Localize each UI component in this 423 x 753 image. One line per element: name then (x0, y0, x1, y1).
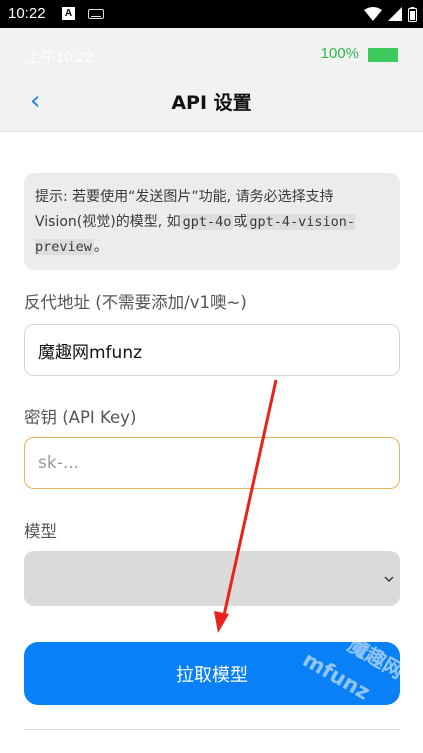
notification-a-icon: A (62, 7, 75, 20)
fetch-models-button[interactable]: 拉取模型 (24, 642, 400, 705)
proxy-url-value: 魔趣网mfunz (38, 342, 143, 363)
wifi-icon (364, 6, 382, 21)
vision-hint: 提示: 若要使用“发送图片”功能, 请务必选择支持Vision(视觉)的模型, … (24, 173, 400, 270)
battery-level-icon (368, 48, 398, 62)
battery-icon (408, 6, 417, 22)
divider (24, 729, 400, 730)
system-status-bar: 10:22 A (0, 0, 423, 28)
cellular-icon (388, 7, 402, 21)
hint-text-3: 。 (93, 239, 108, 255)
app-status-bar: 上午10:22 100% (0, 28, 423, 80)
system-time: 10:22 (8, 5, 46, 22)
hint-text-2: 或 (233, 214, 248, 230)
page-header: ‹ API 设置 (0, 80, 423, 132)
system-icons (364, 5, 417, 23)
model-label: 模型 (24, 522, 57, 541)
model-select[interactable] (24, 551, 400, 606)
api-key-placeholder: sk-... (38, 453, 80, 473)
hint-code-gpt-4o: gpt-4o (180, 214, 234, 230)
proxy-url-input[interactable]: 魔趣网mfunz (24, 324, 400, 376)
app-time: 上午10:22 (26, 49, 94, 66)
chevron-down-icon (384, 576, 394, 582)
api-key-input[interactable]: sk-... (24, 437, 400, 489)
page-title: API 设置 (171, 92, 252, 114)
proxy-label: 反代地址 (不需要添加/v1噢~) (24, 293, 247, 312)
keyboard-icon (88, 9, 104, 19)
battery-percent: 100% (320, 45, 359, 62)
api-key-label: 密钥 (API Key) (24, 408, 137, 427)
